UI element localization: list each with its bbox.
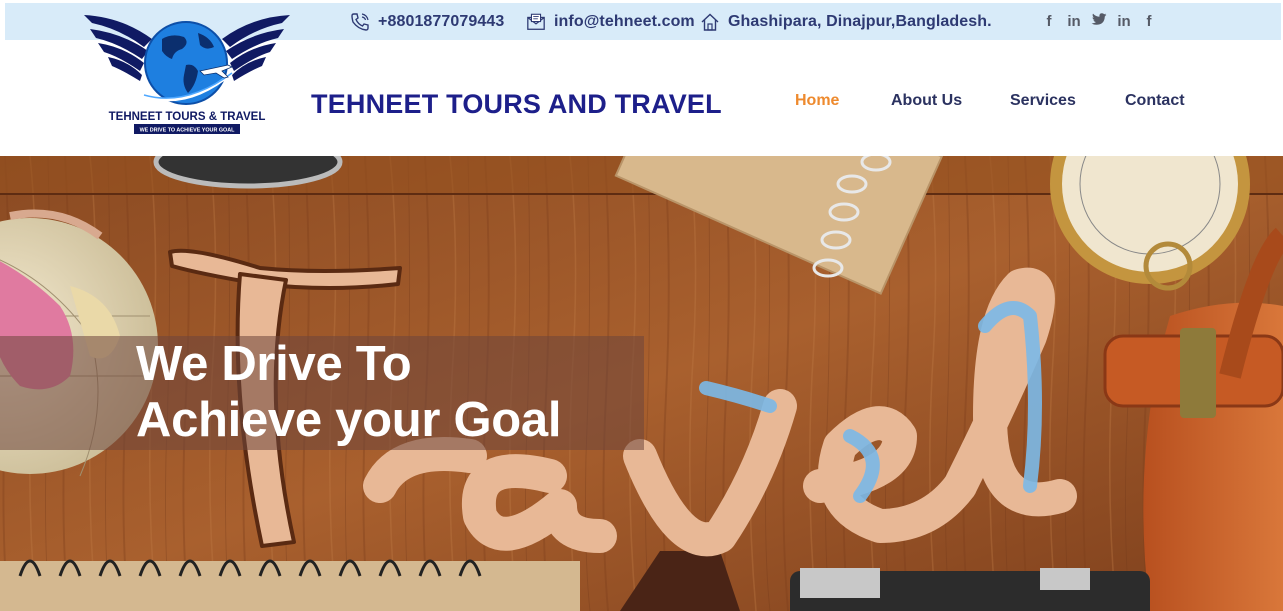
nav-services[interactable]: Services: [1010, 92, 1076, 110]
facebook-icon[interactable]: f: [1141, 13, 1157, 30]
address-contact: Ghashipara, Dinajpur,Bangladesh.: [700, 3, 992, 40]
nav-contact[interactable]: Contact: [1125, 92, 1185, 110]
logo-name: TEHNEET TOURS & TRAVEL: [109, 111, 266, 123]
phone-contact[interactable]: +8801877079443: [350, 3, 504, 40]
email-address: info@tehneet.com: [554, 12, 695, 30]
twitter-icon[interactable]: [1091, 12, 1107, 31]
nav-about-us[interactable]: About Us: [891, 92, 962, 110]
logo-tagline: WE DRIVE TO ACHIEVE YOUR GOAL: [140, 128, 236, 134]
company-logo[interactable]: TEHNEET TOURS & TRAVEL WE DRIVE TO ACHIE…: [82, 11, 292, 153]
phone-number: +8801877079443: [378, 12, 505, 30]
social-links: f in in f: [1041, 3, 1157, 40]
facebook-icon[interactable]: f: [1041, 13, 1057, 30]
hero-banner: We Drive To Achieve your Goal: [0, 156, 1283, 611]
home-icon: [700, 12, 720, 32]
email-contact[interactable]: info@tehneet.com: [526, 3, 695, 40]
phone-icon: [350, 12, 370, 32]
nav-home[interactable]: Home: [795, 92, 839, 110]
hero-heading-line-2: Achieve your Goal: [136, 393, 562, 447]
linkedin-icon[interactable]: in: [1066, 13, 1082, 30]
brand-title: TEHNEET TOURS AND TRAVEL: [311, 89, 722, 119]
mail-icon: [526, 12, 546, 32]
hero-heading-line-1: We Drive To: [136, 337, 412, 391]
address-text: Ghashipara, Dinajpur,Bangladesh.: [728, 12, 992, 30]
linkedin-icon[interactable]: in: [1116, 13, 1132, 30]
